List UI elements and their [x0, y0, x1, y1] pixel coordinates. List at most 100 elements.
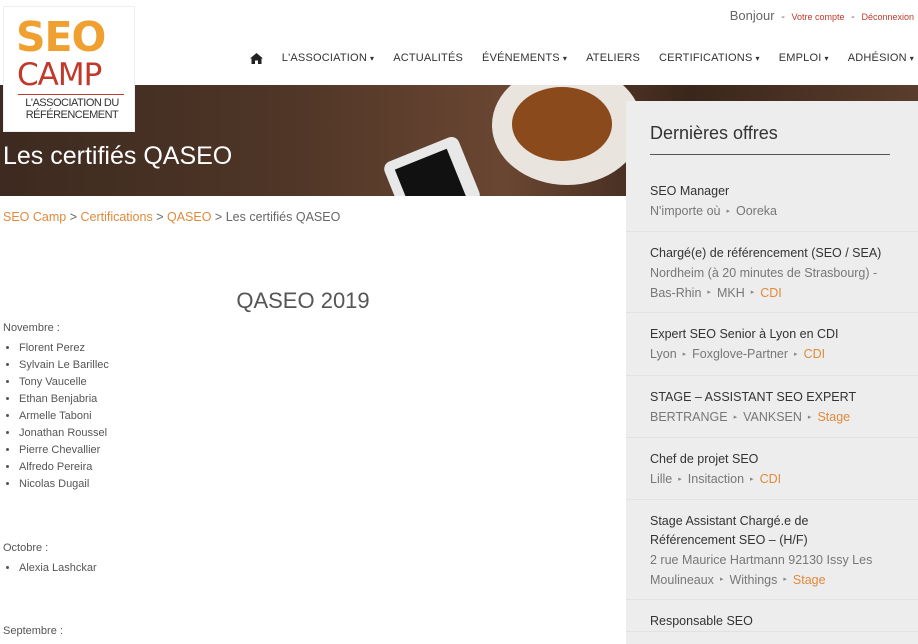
job-title[interactable]: Stage Assistant Chargé.e de Référencemen… — [650, 512, 894, 550]
caret-down-icon: ▾ — [369, 54, 375, 63]
job-meta: N'importe où ▸ Ooreka — [650, 201, 894, 222]
job-item[interactable]: Expert SEO Senior à Lyon en CDI Lyon ▸ Foxg… — [626, 313, 918, 377]
list-item: Armelle Taboni — [19, 408, 109, 425]
breadcrumb-current: Les certifiés QASEO — [225, 210, 341, 224]
logo-divider — [18, 94, 124, 95]
nav-item--v-nements[interactable]: ÉVÉNEMENTS ▾ — [482, 52, 567, 64]
greeting-text: Bonjour — [729, 8, 775, 23]
job-item[interactable]: SEO Manager N'importe où ▸ Ooreka — [626, 181, 918, 232]
user-greeting: Bonjour - Votre compte - Déconnexion — [729, 8, 914, 23]
nav-item-label: EMPLOI — [778, 52, 822, 64]
nav-item-label: L'ASSOCIATION — [281, 52, 367, 64]
triangle-right-icon: ▸ — [719, 576, 724, 584]
job-company: Ooreka — [736, 204, 777, 218]
banner-tea-image — [512, 87, 612, 161]
list-item: Sylvain Le Barillec — [19, 357, 109, 374]
month-label: Novembre : — [3, 322, 60, 334]
logout-link[interactable]: Déconnexion — [861, 12, 914, 22]
month-label: Octobre : — [3, 542, 49, 554]
nav-item-label: ACTUALITÉS — [393, 52, 464, 64]
triangle-right-icon: ▸ — [750, 289, 755, 297]
page-title: Les certifiés QASEO — [3, 142, 233, 170]
job-title[interactable]: Expert SEO Senior à Lyon en CDI — [650, 325, 894, 344]
nav-item-actualit-s[interactable]: ACTUALITÉS — [393, 52, 463, 64]
job-item[interactable]: Responsable SEO — [626, 600, 918, 633]
triangle-right-icon: ▸ — [750, 475, 754, 483]
triangle-right-icon: ▸ — [733, 413, 738, 421]
nav-item-ateliers[interactable]: ATELIERS — [586, 52, 640, 64]
job-company: VANKSEN — [743, 410, 802, 425]
job-type[interactable]: CDI — [760, 472, 782, 486]
job-company: Foxglove-Partner — [692, 347, 789, 362]
job-title[interactable]: Chef de projet SEO — [650, 450, 894, 469]
job-meta: Lyon ▸ Foxglove-Partner ▸ CDI — [650, 344, 894, 365]
job-title[interactable]: Chargé(e) de référencement (SEO / SEA) — [650, 244, 894, 263]
top-bar: Bonjour - Votre compte - Déconnexion L'A… — [0, 0, 918, 85]
triangle-right-icon: ▸ — [783, 576, 787, 584]
job-item[interactable]: Chef de projet SEO Lille ▸ Insitaction ▸ CDI — [626, 438, 918, 500]
job-title[interactable]: Responsable SEO — [650, 612, 894, 631]
list-item: Alexia Lashckar — [19, 560, 97, 577]
job-type[interactable]: Stage — [793, 573, 826, 587]
nav-item-label: ATELIERS — [586, 52, 641, 64]
job-meta: BERTRANGE ▸ VANKSEN ▸ Stage — [650, 407, 894, 428]
list-item: Florent Perez — [19, 340, 109, 357]
list-item: Pierre Chevallier — [19, 442, 109, 459]
logo-camp: CAMP — [17, 57, 102, 93]
job-location: Lille — [650, 471, 673, 486]
job-type[interactable]: CDI — [804, 347, 826, 361]
job-company: MKH — [716, 285, 745, 300]
caret-down-icon: ▾ — [824, 54, 829, 63]
list-item: Tony Vaucelle — [19, 374, 109, 391]
job-item[interactable]: STAGE – ASSISTANT SEO EXPERT BERTRANGE ▸ VA… — [626, 376, 918, 438]
job-type[interactable]: Stage — [817, 410, 850, 424]
certified-list: Alexia Lashckar — [3, 560, 97, 577]
nav-item-l-association[interactable]: L'ASSOCIATION ▾ — [282, 52, 374, 64]
list-item: Nicolas Dugail — [19, 476, 109, 493]
month-label: Septembre : — [3, 625, 63, 637]
job-type[interactable]: CDI — [760, 286, 782, 300]
main-nav: L'ASSOCIATION ▾ ACTUALITÉS ÉVÉNEMENTS ▾ ATELI… — [249, 52, 914, 64]
sidebar-title: Dernières offres — [650, 123, 890, 155]
nav-item-emploi[interactable]: EMPLOI ▾ — [779, 52, 829, 64]
nav-item-label: ADHÉSION — [847, 52, 907, 64]
caret-down-icon: ▾ — [909, 54, 914, 63]
home-icon[interactable] — [249, 52, 263, 64]
list-item: Ethan Benjabria — [19, 391, 109, 408]
logo-seo: SEO — [16, 13, 106, 61]
breadcrumb-link[interactable]: Certifications — [80, 210, 152, 224]
caret-down-icon: ▾ — [562, 54, 568, 63]
job-company: Insitaction — [687, 471, 745, 486]
triangle-right-icon: ▸ — [682, 351, 687, 359]
job-item[interactable]: Stage Assistant Chargé.e de Référencemen… — [626, 500, 918, 601]
job-title[interactable]: SEO Manager — [650, 182, 894, 201]
triangle-right-icon: ▸ — [726, 207, 730, 215]
sidebar-latest-offers: Dernières offres SEO Manager N'importe où… — [626, 101, 918, 644]
account-link[interactable]: Votre compte — [792, 12, 845, 22]
list-item: Jonathan Roussel — [19, 425, 109, 442]
breadcrumb-link[interactable]: SEO Camp — [3, 210, 66, 224]
nav-item-label: CERTIFICATIONS — [659, 52, 753, 64]
breadcrumb-separator: > — [66, 210, 81, 224]
breadcrumb-link[interactable]: QASEO — [167, 210, 211, 224]
section-heading: QASEO 2019 — [236, 288, 370, 313]
triangle-right-icon: ▸ — [707, 289, 711, 297]
nav-item-certifications[interactable]: CERTIFICATIONS ▾ — [659, 52, 760, 64]
certified-list: Florent PerezSylvain Le BarillecTony Vau… — [3, 340, 109, 493]
caret-down-icon: ▾ — [755, 54, 760, 63]
site-logo[interactable]: SEO CAMP L'ASSOCIATION DU RÉFÉRENCEMENT — [3, 6, 135, 132]
job-location: N'importe où — [650, 204, 721, 218]
breadcrumb: SEO Camp > Certifications > QASEO > Les … — [3, 210, 340, 224]
list-item: Alfredo Pereira — [19, 459, 109, 476]
job-title[interactable]: STAGE – ASSISTANT SEO EXPERT — [650, 388, 894, 407]
job-location: Lyon — [650, 347, 677, 362]
triangle-right-icon: ▸ — [794, 351, 798, 359]
job-location: BERTRANGE — [650, 410, 728, 425]
triangle-right-icon: ▸ — [807, 413, 812, 421]
job-item[interactable]: Chargé(e) de référencement (SEO / SEA) No… — [626, 232, 918, 314]
triangle-right-icon: ▸ — [678, 475, 682, 483]
breadcrumb-separator: > — [211, 210, 226, 224]
breadcrumb-separator: > — [152, 210, 167, 224]
nav-item-adh-sion[interactable]: ADHÉSION ▾ — [848, 52, 914, 64]
job-company: Withings — [729, 572, 778, 587]
